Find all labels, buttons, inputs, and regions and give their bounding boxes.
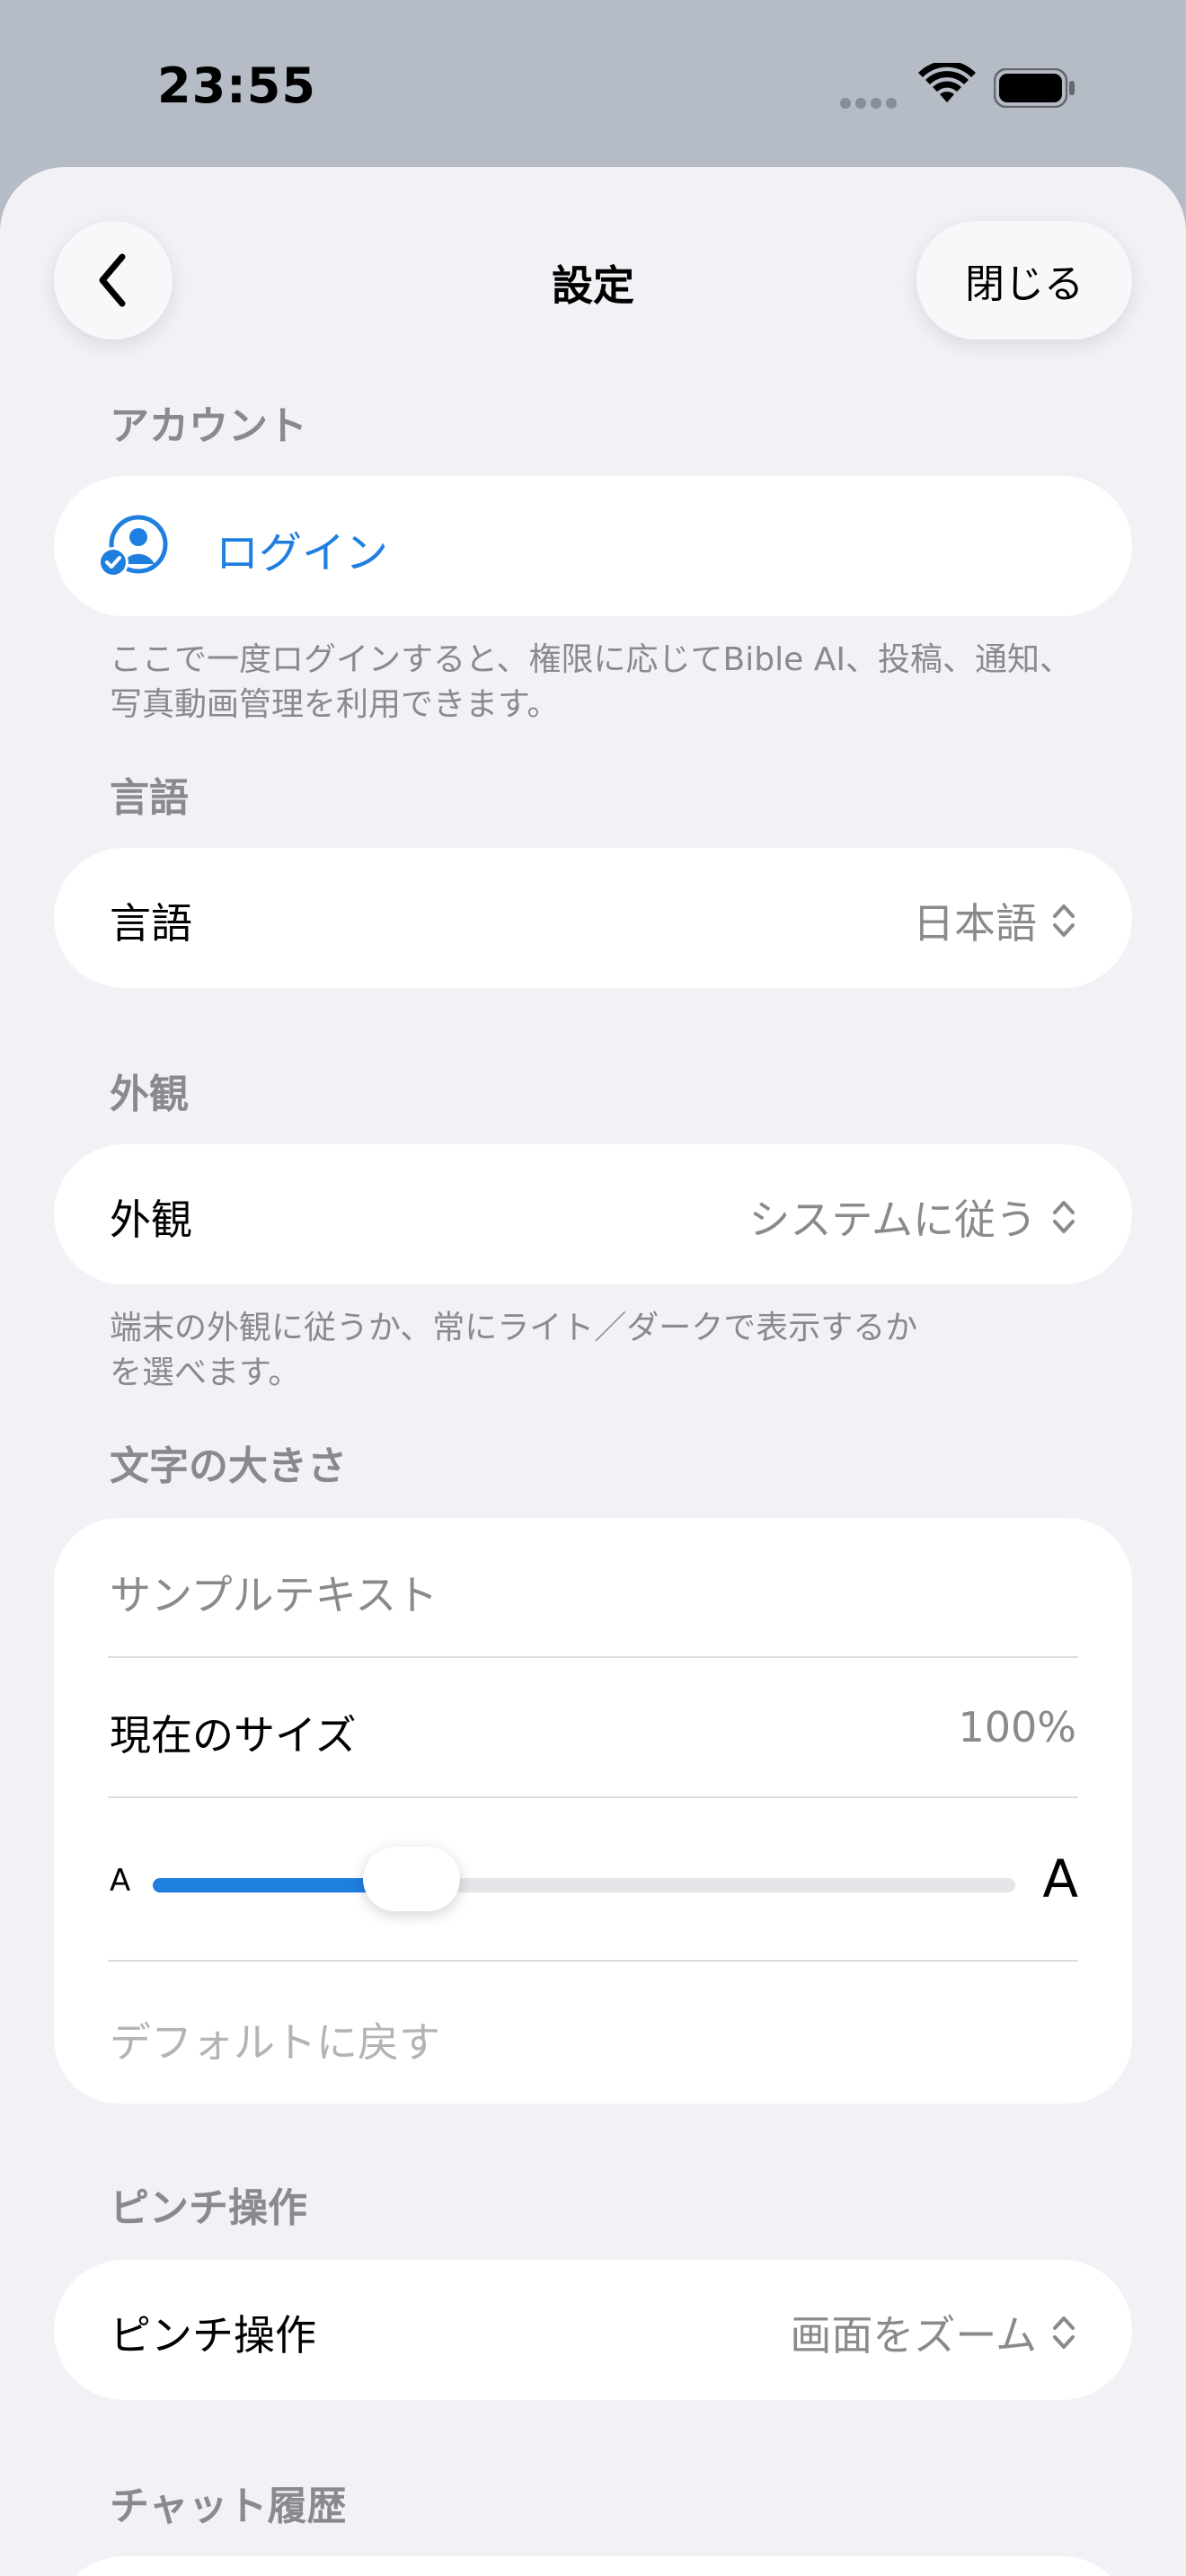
text-size-card: サンプルテキスト 現在のサイズ 100% A A デフォルトに戻す — [54, 1518, 1132, 2104]
chevron-up-down-icon — [1053, 2316, 1075, 2349]
account-footnote: ここで一度ログインすると、権限に応じてBible AI、投稿、通知、写真動画管理… — [110, 641, 1072, 723]
account-verified-icon — [98, 515, 168, 578]
language-value-select[interactable]: 日本語 — [913, 891, 1076, 950]
chevron-up-down-icon — [1053, 904, 1075, 937]
divider — [108, 1796, 1078, 1798]
appearance-value-select[interactable]: システムに従う — [748, 1187, 1076, 1247]
current-size-label: 現在のサイズ — [110, 1711, 357, 1760]
settings-sheet: 設定 閉じる アカウント ログイン ここで一度ログインすると、権限に応じてBib… — [0, 167, 1186, 2576]
sample-text: サンプルテキスト — [110, 1571, 438, 1619]
section-header-chat-history: チャット履歴 — [110, 2483, 347, 2529]
current-size-value: 100% — [958, 1703, 1076, 1751]
section-header-pinch: ピンチ操作 — [110, 2185, 307, 2231]
pinch-label: ピンチ操作 — [110, 2311, 316, 2360]
section-header-text-size: 文字の大きさ — [110, 1443, 347, 1489]
chevron-up-down-icon — [1053, 1201, 1075, 1233]
pinch-value-select[interactable]: 画面をズーム — [790, 2303, 1076, 2362]
section-header-appearance: 外観 — [110, 1072, 189, 1117]
divider — [108, 1656, 1078, 1658]
login-row[interactable]: ログイン — [54, 476, 1132, 616]
close-button[interactable]: 閉じる — [916, 221, 1132, 340]
language-row[interactable]: 言語 日本語 — [54, 848, 1132, 988]
text-size-slider[interactable] — [153, 1847, 1015, 1911]
slider-small-a: A — [110, 1863, 131, 1899]
cellular-signal-icon — [840, 95, 903, 109]
section-header-language: 言語 — [110, 775, 189, 821]
login-label: ログイン — [216, 528, 389, 578]
chat-history-card — [54, 2556, 1132, 2576]
appearance-footnote: 端末の外観に従うか、常にライト／ダークで表示するかを選べます。 — [110, 1310, 918, 1391]
appearance-value: システムに従う — [748, 1195, 1037, 1244]
wifi-icon — [918, 63, 976, 102]
section-header-account: アカウント — [110, 403, 307, 449]
divider — [108, 1960, 1078, 1962]
pinch-row[interactable]: ピンチ操作 画面をズーム — [54, 2260, 1132, 2400]
status-time: 23:55 — [157, 57, 316, 114]
slider-large-a: A — [1042, 1848, 1078, 1910]
language-label: 言語 — [110, 899, 192, 948]
language-value: 日本語 — [913, 899, 1037, 948]
pinch-value: 画面をズーム — [790, 2311, 1037, 2360]
reset-default-button[interactable]: デフォルトに戻す — [110, 2010, 440, 2069]
appearance-label: 外観 — [110, 1195, 192, 1244]
appearance-row[interactable]: 外観 システムに従う — [54, 1144, 1132, 1284]
battery-icon — [994, 68, 1075, 108]
slider-thumb[interactable] — [363, 1847, 460, 1911]
status-bar: 23:55 — [0, 0, 1186, 167]
